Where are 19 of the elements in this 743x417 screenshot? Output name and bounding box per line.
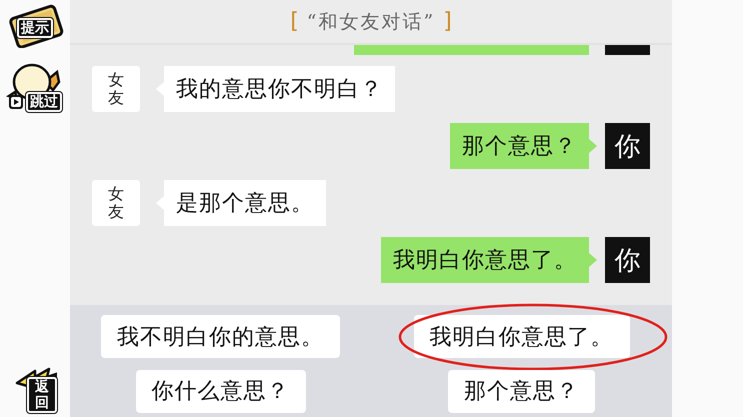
avatar: 你 [605,237,650,283]
play-icon [8,94,24,110]
message-bubble: 我明白你意思了。 [381,237,597,283]
bracket: [ [290,9,299,34]
message-bubble: 那个意思？ [450,123,597,169]
message-bubble: 是那个意思。 [156,180,326,226]
skip-button[interactable]: 跳过 [26,92,62,112]
message-bubble: 我的意思你不明白？ [156,66,395,112]
dialog-title: “和女友对话” [306,10,436,34]
answer-option[interactable]: 我不明白你的意思。 [101,315,340,358]
answer-option[interactable]: 那个意思？ [448,370,595,412]
avatar: 你 [605,123,650,169]
hint-button[interactable]: 提示 [17,18,53,38]
back-button[interactable]: 返回 [27,377,57,413]
avatar: 女友 [92,66,140,112]
bracket: ] [443,9,452,34]
avatar: 女友 [92,180,140,226]
answer-option[interactable]: 我明白你意思了。 [414,315,630,358]
answer-option[interactable]: 你什么意思？ [136,370,306,412]
